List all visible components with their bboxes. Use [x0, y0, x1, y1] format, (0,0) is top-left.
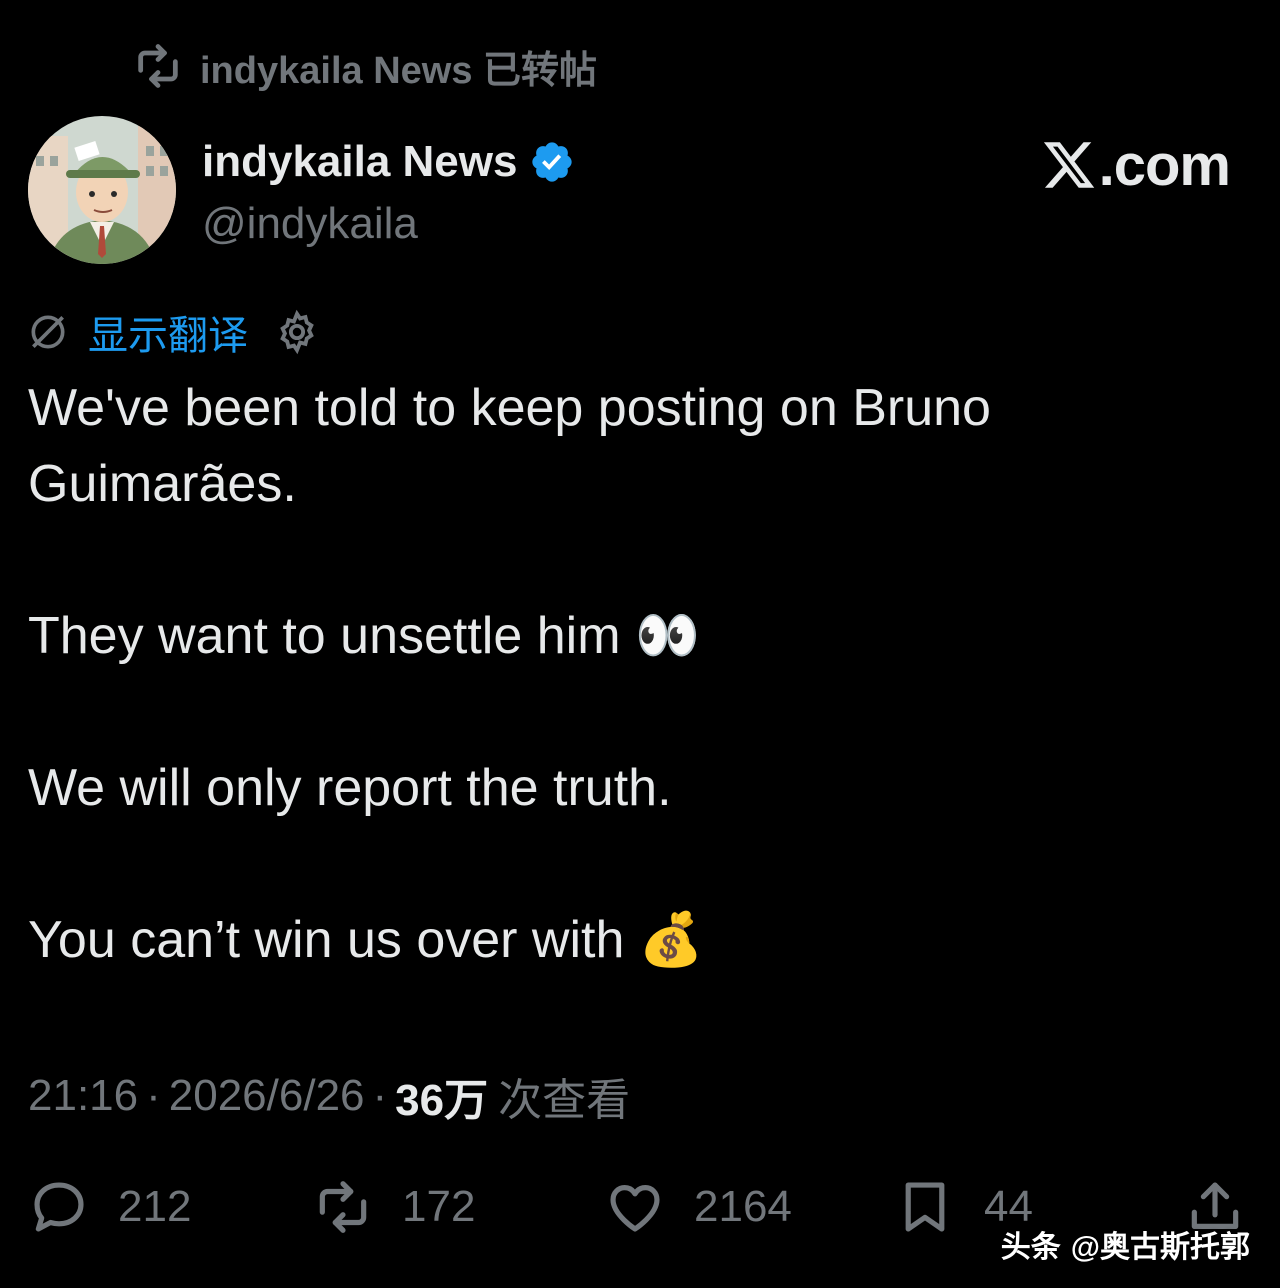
repost-button[interactable]: 172	[312, 1176, 475, 1238]
author-handle[interactable]: @indykaila	[202, 196, 418, 252]
reply-icon	[34, 1182, 84, 1232]
repost-icon	[319, 1181, 367, 1233]
tweet-time[interactable]: 21:16	[28, 1071, 138, 1121]
tweet-text: We've been told to keep posting on Bruno…	[28, 370, 1228, 978]
author-display-name[interactable]: indykaila News	[202, 134, 575, 190]
views-label: 次查看	[498, 1076, 631, 1125]
like-count: 2164	[694, 1182, 792, 1231]
tweet-date[interactable]: 2026/6/26	[169, 1071, 365, 1121]
like-button[interactable]: 2164	[604, 1176, 792, 1238]
watermark-account: @奥古斯托郭	[1070, 1231, 1250, 1264]
site-watermark: .com	[1041, 130, 1231, 200]
repost-indicator[interactable]: indykaila News 已转帖	[132, 40, 597, 92]
globe-icon	[31, 315, 65, 349]
watermark-brand: 头条	[1000, 1231, 1061, 1264]
meta-separator: ·	[146, 1071, 161, 1120]
tweet-line: Guimarães.	[28, 455, 297, 513]
gear-icon[interactable]	[274, 309, 320, 355]
site-mark-text: .com	[1098, 132, 1231, 198]
tweet-line: They want to unsettle him 👀	[28, 607, 700, 665]
translate-row: 显示翻译	[26, 306, 320, 358]
verified-badge-icon	[532, 142, 573, 182]
x-logo-icon	[1043, 142, 1094, 188]
display-name-text: indykaila News	[202, 137, 518, 186]
tweet-meta: 21:16 · 2026/6/26 · 36万 次查看	[28, 1066, 630, 1126]
repost-icon	[138, 44, 178, 88]
reply-button[interactable]: 212	[28, 1176, 191, 1238]
meta-separator: ·	[372, 1071, 388, 1120]
repost-count: 172	[402, 1182, 476, 1231]
reply-count: 212	[118, 1182, 192, 1231]
show-translation-link[interactable]: 显示翻译	[88, 303, 248, 361]
toutiao-watermark: 头条 @奥古斯托郭	[1001, 1222, 1250, 1266]
avatar[interactable]	[28, 116, 176, 264]
tweet-line: You can’t win us over with 💰	[28, 911, 704, 969]
tweet-line: We've been told to keep posting on Bruno	[28, 379, 991, 437]
bookmark-icon	[905, 1182, 945, 1232]
views-count[interactable]: 36万	[395, 1064, 488, 1128]
heart-icon	[610, 1185, 660, 1232]
repost-label: indykaila News 已转帖	[200, 49, 598, 92]
cartoon-reporter-avatar	[28, 116, 176, 264]
tweet-line: We will only report the truth.	[28, 759, 672, 817]
